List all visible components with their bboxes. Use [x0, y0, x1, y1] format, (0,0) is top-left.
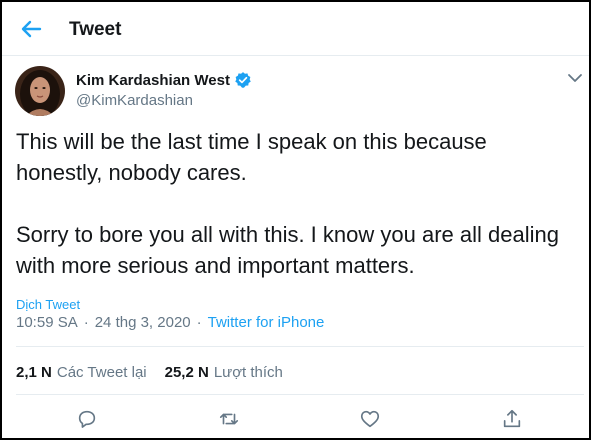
- chevron-down-icon[interactable]: [567, 72, 583, 84]
- tweet-stats: 2,1 N Các Tweet lại 25,2 N Lượt thích: [16, 364, 301, 381]
- retweets-count: 2,1 N: [16, 364, 52, 381]
- likes-count: 25,2 N: [164, 364, 209, 381]
- header-bar: Tweet: [2, 2, 589, 56]
- meta-separator: ·: [83, 314, 89, 331]
- likes-stat[interactable]: 25,2 N Lượt thích: [165, 364, 283, 381]
- tweet-actions: [2, 404, 589, 434]
- tweet-page: Tweet Kim Kardashian West @KimKardashian…: [0, 0, 591, 440]
- avatar[interactable]: [15, 66, 65, 116]
- back-button[interactable]: [14, 14, 48, 44]
- retweet-icon[interactable]: [218, 408, 240, 430]
- tweet-text: This will be the last time I speak on th…: [16, 129, 559, 278]
- retweets-label: Các Tweet lại: [56, 364, 147, 381]
- author-name-row[interactable]: Kim Kardashian West: [76, 71, 252, 89]
- divider: [16, 394, 584, 395]
- retweets-stat[interactable]: 2,1 N Các Tweet lại: [16, 364, 147, 381]
- author-handle[interactable]: @KimKardashian: [76, 92, 193, 109]
- avatar-image: [15, 66, 65, 116]
- translate-tweet-link[interactable]: Dịch Tweet: [16, 297, 80, 312]
- heart-icon[interactable]: [359, 408, 381, 430]
- tweet-date[interactable]: 24 thg 3, 2020: [95, 314, 191, 331]
- page-title: Tweet: [69, 19, 122, 40]
- reply-icon[interactable]: [76, 408, 98, 430]
- share-icon[interactable]: [501, 408, 523, 430]
- tweet-source-link[interactable]: Twitter for iPhone: [208, 314, 325, 331]
- tweet-metadata: 10:59 SA · 24 thg 3, 2020 · Twitter for …: [16, 314, 324, 331]
- meta-separator: ·: [196, 314, 202, 331]
- author-name[interactable]: Kim Kardashian West: [76, 72, 230, 89]
- tweet-time[interactable]: 10:59 SA: [16, 314, 78, 331]
- likes-label: Lượt thích: [213, 364, 283, 381]
- divider: [16, 346, 584, 347]
- arrow-left-icon: [21, 20, 42, 38]
- verified-badge-icon: [235, 72, 251, 88]
